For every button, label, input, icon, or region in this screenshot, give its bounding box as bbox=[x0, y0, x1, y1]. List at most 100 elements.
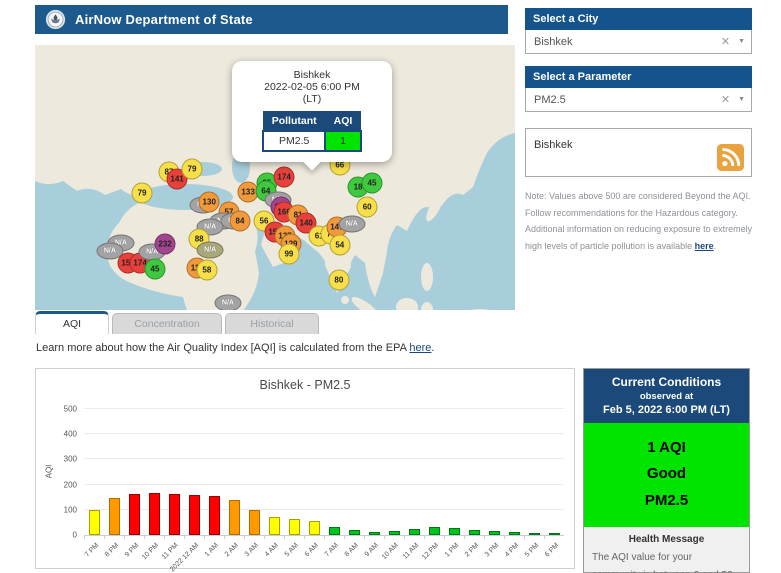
x-axis-label: 7 PM bbox=[83, 542, 100, 559]
aqi-chart-panel: Bishkek - PM2.5 AQI 0100200300400500 7 P… bbox=[35, 368, 575, 569]
world-map[interactable]: 798714179N/A13057N/AN/A84N/A88N/A1135813… bbox=[35, 45, 515, 310]
parameter-select-value: PM2.5 bbox=[534, 94, 721, 106]
y-axis-tick: 400 bbox=[64, 430, 77, 439]
chart-y-axis-label: AQI bbox=[44, 465, 53, 479]
current-conditions-header: Current Conditions observed at Feb 5, 20… bbox=[584, 369, 749, 423]
map-marker[interactable]: 99 bbox=[278, 244, 299, 265]
x-axis-label: 1 PM bbox=[443, 542, 460, 559]
chart-x-axis: 7 PM8 PM9 PM10 PM11 PM2022 12 AM1 AM2 AM… bbox=[84, 536, 564, 569]
map-marker[interactable]: 58 bbox=[196, 259, 217, 280]
y-axis-tick: 100 bbox=[64, 505, 77, 514]
x-axis-label: 10 AM bbox=[381, 542, 400, 561]
chart-bar[interactable] bbox=[209, 496, 220, 535]
x-axis-label: 6 AM bbox=[304, 542, 320, 558]
popup-datetime: 2022-02-05 6:00 PM bbox=[238, 81, 386, 93]
chart-bar[interactable] bbox=[469, 530, 480, 535]
map-marker[interactable]: 60 bbox=[357, 196, 378, 217]
x-axis-label: 3 PM bbox=[483, 542, 500, 559]
chart-bar[interactable] bbox=[549, 533, 560, 535]
map-marker[interactable]: 84 bbox=[229, 210, 250, 231]
chart-bar[interactable] bbox=[149, 493, 160, 535]
chart-bar[interactable] bbox=[249, 510, 260, 535]
y-axis-tick: 300 bbox=[64, 455, 77, 464]
map-marker[interactable]: 79 bbox=[132, 182, 153, 203]
parameter-select[interactable]: PM2.5 ✕ ▼ bbox=[525, 88, 752, 112]
chart-bar[interactable] bbox=[289, 519, 300, 535]
chart-bar[interactable] bbox=[369, 532, 380, 535]
map-marker[interactable]: 232 bbox=[155, 234, 176, 255]
popup-pollutant-table: Pollutant AQI PM2.5 1 bbox=[262, 111, 362, 152]
app-title: AirNow Department of State bbox=[75, 12, 253, 27]
learn-more-here-link[interactable]: here bbox=[409, 342, 431, 354]
x-axis-label: 9 AM bbox=[364, 542, 380, 558]
popup-city: Bishkek bbox=[238, 69, 386, 81]
current-aqi-block: 1 AQI Good PM2.5 bbox=[584, 423, 749, 527]
map-marker[interactable]: 80 bbox=[328, 270, 349, 291]
chart-bar[interactable] bbox=[489, 531, 500, 535]
chart-bar[interactable] bbox=[109, 498, 120, 535]
x-axis-label: 1 AM bbox=[204, 542, 220, 558]
chart-bar[interactable] bbox=[329, 527, 340, 535]
x-axis-label: 9 PM bbox=[123, 542, 140, 559]
map-marker[interactable]: 79 bbox=[181, 159, 202, 180]
city-dropdown-caret-icon[interactable]: ▼ bbox=[738, 38, 745, 45]
x-axis-label: 5 AM bbox=[284, 542, 300, 558]
x-axis-label: 8 AM bbox=[344, 542, 360, 558]
health-message-text: The AQI value for your community is betw… bbox=[584, 547, 749, 573]
current-aqi-parameter: PM2.5 bbox=[584, 488, 749, 514]
tab-historical[interactable]: Historical bbox=[225, 313, 319, 334]
x-axis-label: 4 AM bbox=[264, 542, 280, 558]
tab-concentration[interactable]: Concentration bbox=[112, 313, 222, 334]
tab-aqi[interactable]: AQI bbox=[35, 311, 109, 334]
map-marker[interactable]: 45 bbox=[361, 173, 382, 194]
map-marker[interactable]: 174 bbox=[274, 166, 295, 187]
popup-pollutant-value: PM2.5 bbox=[263, 131, 325, 151]
x-axis-label: 8 PM bbox=[103, 542, 120, 559]
state-department-seal-icon bbox=[45, 9, 66, 30]
y-axis-tick: 200 bbox=[64, 480, 77, 489]
rss-feed-box: Bishkek bbox=[525, 128, 752, 177]
chart-title: Bishkek - PM2.5 bbox=[36, 378, 574, 392]
chart-bar[interactable] bbox=[309, 521, 320, 535]
clear-parameter-icon[interactable]: ✕ bbox=[721, 93, 730, 106]
city-select-value: Bishkek bbox=[534, 36, 721, 48]
app-header: AirNow Department of State bbox=[35, 5, 508, 34]
chart-bar[interactable] bbox=[409, 529, 420, 535]
map-marker[interactable]: N/A bbox=[197, 242, 224, 259]
x-axis-label: 7 AM bbox=[324, 542, 340, 558]
map-marker[interactable]: N/A bbox=[338, 215, 365, 232]
map-marker[interactable]: 45 bbox=[145, 258, 166, 279]
chart-bar[interactable] bbox=[169, 494, 180, 535]
map-marker[interactable]: 54 bbox=[329, 235, 350, 256]
chart-bar[interactable] bbox=[449, 528, 460, 535]
popup-pollutant-header: Pollutant bbox=[263, 112, 325, 132]
chart-bar[interactable] bbox=[229, 500, 240, 535]
y-axis-tick: 0 bbox=[73, 531, 77, 540]
chart-bar[interactable] bbox=[129, 494, 140, 535]
current-aqi-value: 1 AQI bbox=[584, 435, 749, 461]
chart-bar[interactable] bbox=[529, 533, 540, 535]
parameter-panel: Select a Parameter PM2.5 ✕ ▼ bbox=[525, 66, 752, 112]
city-panel: Select a City Bishkek ✕ ▼ bbox=[525, 8, 752, 54]
chart-bar[interactable] bbox=[509, 532, 520, 535]
parameter-dropdown-caret-icon[interactable]: ▼ bbox=[738, 96, 745, 103]
tab-bar: AQI Concentration Historical bbox=[35, 311, 322, 334]
current-conditions-panel: Current Conditions observed at Feb 5, 20… bbox=[583, 368, 750, 573]
clear-city-icon[interactable]: ✕ bbox=[721, 35, 730, 48]
chart-bar[interactable] bbox=[389, 531, 400, 535]
note-here-link[interactable]: here bbox=[695, 241, 714, 251]
chart-bar[interactable] bbox=[189, 495, 200, 535]
learn-more-text: Learn more about how the Air Quality Ind… bbox=[36, 342, 434, 354]
map-popup: Bishkek 2022-02-05 6:00 PM (LT) Pollutan… bbox=[232, 61, 392, 162]
map-marker[interactable]: N/A bbox=[214, 295, 241, 310]
x-axis-label: 4 PM bbox=[503, 542, 520, 559]
chart-bar[interactable] bbox=[349, 530, 360, 535]
chart-bar[interactable] bbox=[269, 517, 280, 535]
chart-bar[interactable] bbox=[89, 510, 100, 535]
chart-bar[interactable] bbox=[429, 527, 440, 535]
chart-plot-area: 0100200300400500 bbox=[84, 409, 564, 536]
current-aqi-category: Good bbox=[584, 461, 749, 487]
map-marker[interactable]: 130 bbox=[199, 191, 220, 212]
city-select[interactable]: Bishkek ✕ ▼ bbox=[525, 30, 752, 54]
rss-icon[interactable] bbox=[717, 144, 744, 171]
